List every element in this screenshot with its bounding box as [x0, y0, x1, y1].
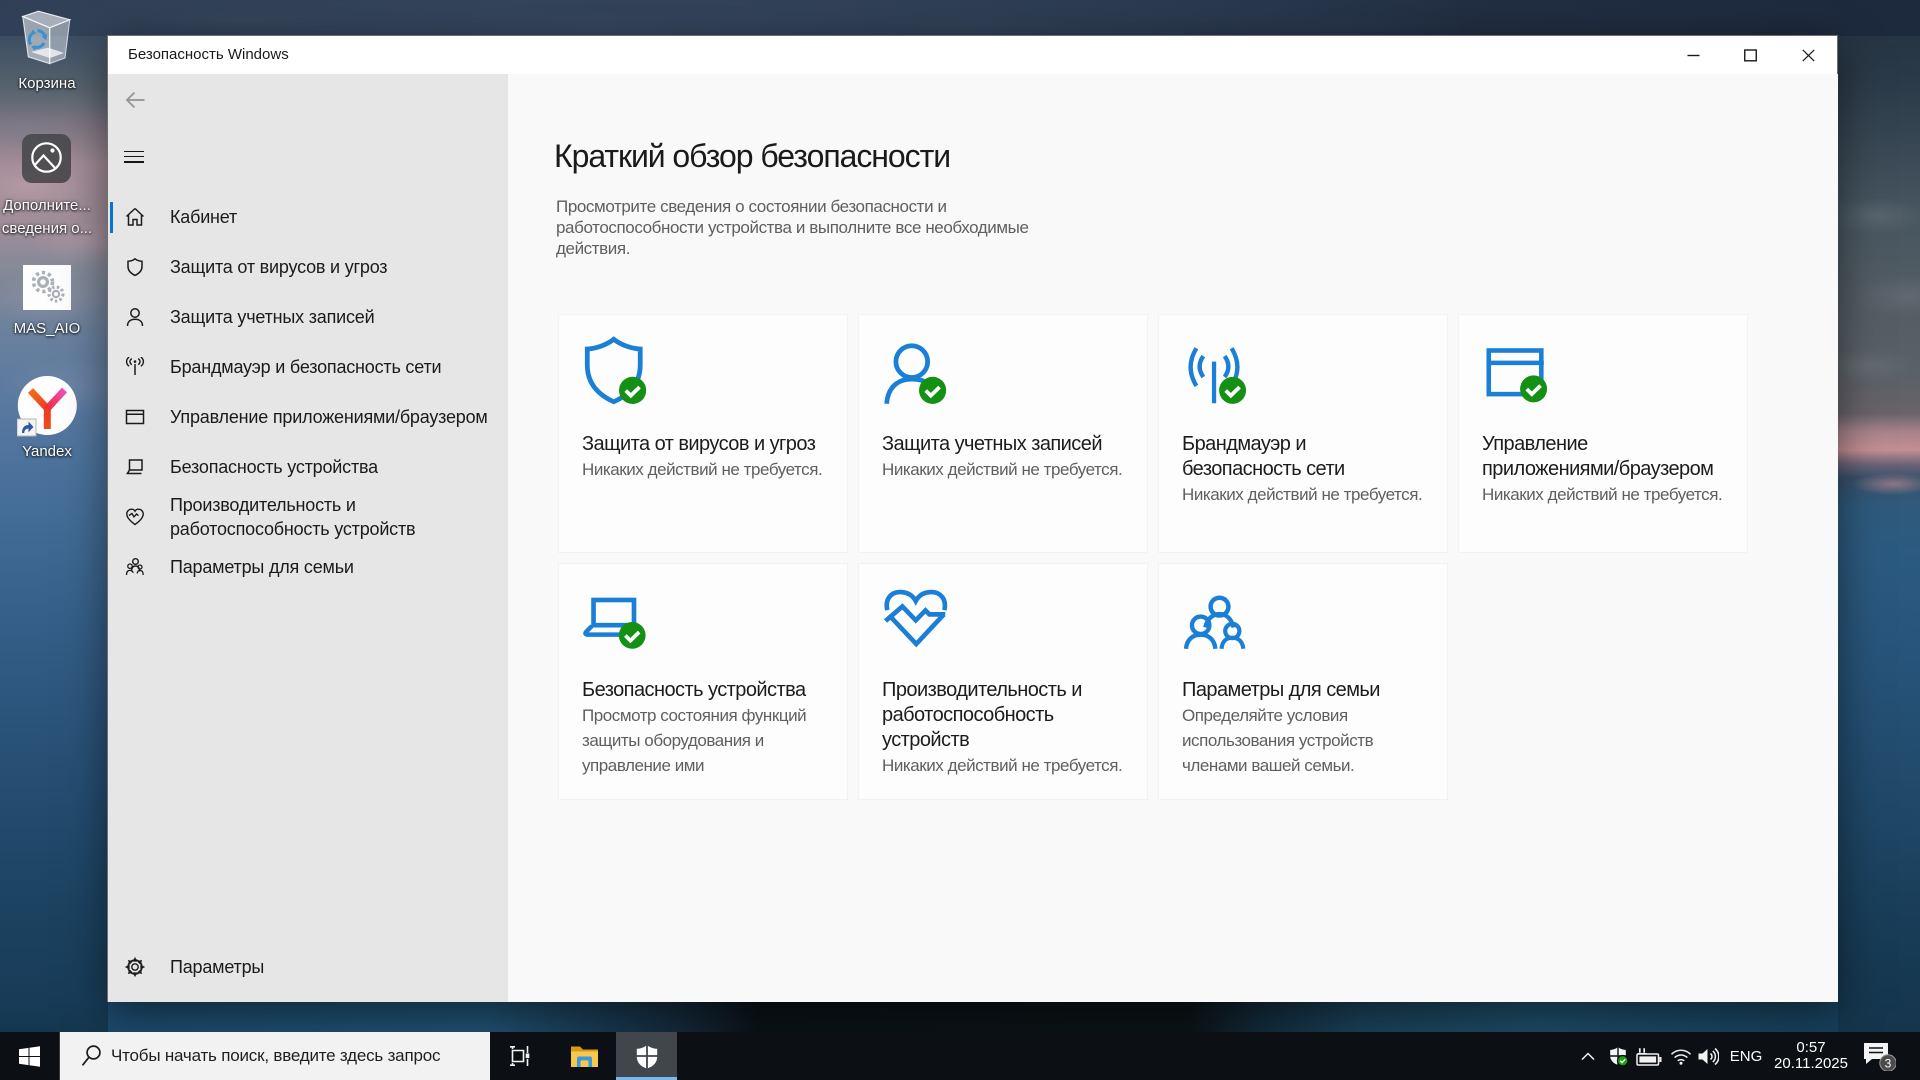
- svg-text:3: 3: [1885, 1056, 1892, 1070]
